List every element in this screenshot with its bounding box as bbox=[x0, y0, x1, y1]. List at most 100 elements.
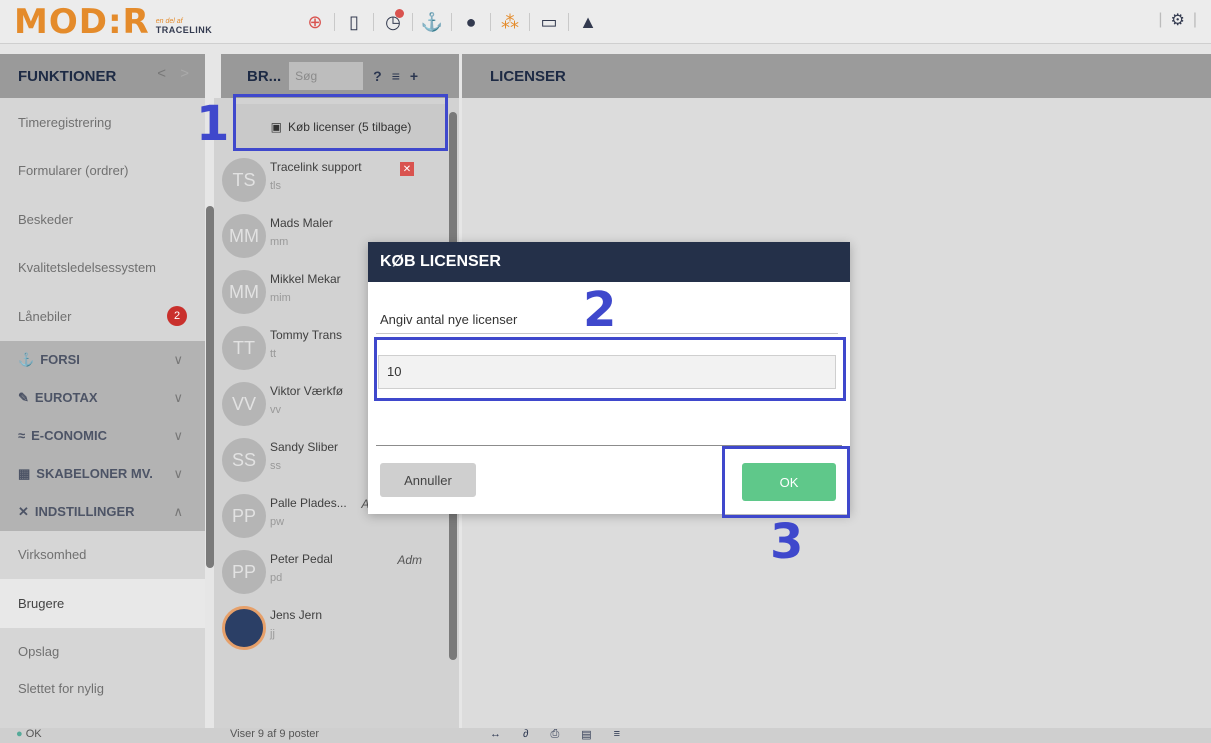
sidebar-item-kvalitet[interactable]: Kvalitetsledelsessystem bbox=[0, 244, 205, 293]
user-name: Mikkel Mekar bbox=[270, 272, 341, 286]
toolbar-icons: ⊕ ▯ ◷ ⚓ ● ⁂ ▭ ▲ bbox=[300, 8, 603, 36]
count-badge: 2 bbox=[167, 306, 187, 327]
sidebar: Timeregistrering Formularer (ordrer) Bes… bbox=[0, 98, 205, 728]
user-name: Sandy Sliber bbox=[270, 440, 339, 454]
avatar: VV bbox=[222, 382, 266, 426]
avatar: PP bbox=[222, 550, 266, 594]
search-input[interactable]: Søg bbox=[289, 62, 364, 90]
notification-dot bbox=[395, 9, 404, 18]
arrows-icon[interactable]: ↔ bbox=[490, 728, 501, 741]
user-name: Peter Pedal bbox=[270, 552, 333, 566]
annotation-number-1: 1 bbox=[196, 96, 230, 152]
chat-icon[interactable]: ● bbox=[456, 8, 486, 36]
logo-subtitle: en del af TRACELINK bbox=[155, 18, 213, 35]
user-name: Palle Plades... bbox=[270, 496, 347, 510]
sidebar-item-virksomhed[interactable]: Virksomhed bbox=[0, 531, 205, 580]
users-title: BR... bbox=[247, 67, 282, 85]
user-name: Tommy Trans bbox=[270, 328, 343, 342]
pdf-icon[interactable]: ▤ bbox=[581, 728, 591, 741]
sidebar-item-timeregistrering[interactable]: Timeregistrering bbox=[0, 98, 205, 147]
sidebar-item-formularer[interactable]: Formularer (ordrer) bbox=[0, 147, 205, 196]
divider: | bbox=[1158, 11, 1163, 28]
template-icon: ▦ bbox=[18, 465, 31, 481]
licenses-header: LICENSER bbox=[462, 54, 1211, 98]
sidebar-group-skabeloner[interactable]: ▦ SKABELONER MV. ∨ bbox=[0, 454, 205, 493]
list-item[interactable]: PP Peter Pedal pd Adm bbox=[214, 544, 450, 600]
settings-area: | ⚙ | bbox=[1158, 10, 1197, 30]
user-login: mim bbox=[270, 292, 291, 304]
divider bbox=[451, 13, 452, 31]
user-name: Jens Jern bbox=[270, 608, 323, 622]
logo-text: MOD:R bbox=[14, 2, 150, 42]
list-item[interactable]: TS Tracelink support tls ✕ bbox=[214, 152, 450, 208]
user-login: tls bbox=[270, 180, 281, 192]
functions-header: FUNKTIONER < > bbox=[0, 54, 205, 98]
list-item[interactable]: Jens Jern jj bbox=[214, 600, 450, 656]
chevron-down-icon: ∨ bbox=[173, 351, 183, 367]
delete-icon[interactable]: ✕ bbox=[400, 162, 414, 176]
user-login: pw bbox=[270, 516, 285, 528]
user-login: pd bbox=[270, 572, 283, 584]
warning-icon[interactable]: ▲ bbox=[573, 8, 603, 36]
annotation-number-3: 3 bbox=[770, 514, 804, 570]
sidebar-scrollbar[interactable] bbox=[206, 206, 214, 568]
wrench-icon: ✎ bbox=[18, 389, 29, 405]
sidebar-group-forsi[interactable]: ⚓ FORSI ∨ bbox=[0, 340, 205, 379]
avatar: MM bbox=[222, 270, 266, 314]
avatar: SS bbox=[222, 438, 266, 482]
divider: | bbox=[1192, 11, 1197, 28]
gear-icon[interactable]: ⚙ bbox=[1171, 10, 1185, 30]
chevron-left-icon[interactable]: < bbox=[157, 65, 166, 82]
link-icon[interactable]: ∂ bbox=[523, 728, 528, 741]
add-icon[interactable]: + bbox=[410, 68, 418, 84]
record-count: Viser 9 af 9 poster bbox=[230, 728, 320, 740]
functions-title: FUNKTIONER bbox=[18, 67, 117, 85]
licenses-title: LICENSER bbox=[490, 67, 566, 85]
user-name: Tracelink support bbox=[270, 160, 362, 174]
sidebar-item-laanebiler[interactable]: Lånebiler 2 bbox=[0, 292, 205, 341]
chevron-down-icon: ∨ bbox=[173, 389, 183, 405]
annotation-box-1 bbox=[233, 94, 448, 151]
menu-icon[interactable]: ≡ bbox=[614, 728, 620, 741]
user-name: Viktor Værkfø bbox=[270, 384, 344, 398]
avatar: MM bbox=[222, 214, 266, 258]
layers-icon[interactable]: ≡ bbox=[392, 68, 400, 84]
nav-arrows: < > bbox=[157, 65, 189, 82]
divider bbox=[373, 13, 374, 31]
avatar: PP bbox=[222, 494, 266, 538]
mobile-icon[interactable]: ▯ bbox=[339, 8, 369, 36]
license-count-label: Angiv antal nye licenser bbox=[380, 312, 518, 327]
divider bbox=[334, 13, 335, 31]
bottom-tools: ↔ ∂ ⎙ ▤ ≡ bbox=[490, 728, 620, 741]
divider bbox=[412, 13, 413, 31]
annotation-box-2 bbox=[374, 337, 846, 401]
chevron-down-icon: ∨ bbox=[173, 465, 183, 481]
dialog-title: KØB LICENSER bbox=[368, 242, 850, 282]
network-icon[interactable]: ⁂ bbox=[495, 8, 525, 36]
chevron-right-icon[interactable]: > bbox=[180, 65, 189, 82]
print-icon[interactable]: ⎙ bbox=[550, 728, 559, 741]
role-label: Adm bbox=[397, 553, 422, 567]
sidebar-item-brugere[interactable]: Brugere bbox=[0, 579, 205, 628]
lifebuoy-icon[interactable]: ⊕ bbox=[300, 8, 330, 36]
sidebar-item-opslag[interactable]: Opslag bbox=[0, 628, 205, 677]
avatar: TS bbox=[222, 158, 266, 202]
cancel-button[interactable]: Annuller bbox=[380, 463, 476, 497]
user-login: jj bbox=[270, 628, 275, 640]
card-icon[interactable]: ▭ bbox=[534, 8, 564, 36]
status-bar: ● OK Viser 9 af 9 poster ↔ ∂ ⎙ ▤ ≡ bbox=[0, 728, 1211, 743]
anchor-icon[interactable]: ⚓ bbox=[417, 8, 447, 36]
divider bbox=[490, 13, 491, 31]
sidebar-item-beskeder[interactable]: Beskeder bbox=[0, 195, 205, 244]
user-login: tt bbox=[270, 348, 277, 360]
logo[interactable]: MOD:R en del af TRACELINK bbox=[14, 4, 212, 40]
avatar bbox=[222, 606, 266, 650]
help-icon[interactable]: ? bbox=[373, 68, 382, 84]
avatar: TT bbox=[222, 326, 266, 370]
sidebar-item-slettet[interactable]: Slettet for nylig bbox=[0, 676, 205, 700]
clock-icon[interactable]: ◷ bbox=[378, 8, 408, 36]
sidebar-group-indstillinger[interactable]: ✕ INDSTILLINGER ∧ bbox=[0, 492, 205, 531]
sidebar-group-eurotax[interactable]: ✎ EUROTAX ∨ bbox=[0, 378, 205, 417]
sidebar-group-economic[interactable]: ≈ E-CONOMIC ∨ bbox=[0, 416, 205, 455]
check-icon: ● bbox=[16, 728, 26, 740]
